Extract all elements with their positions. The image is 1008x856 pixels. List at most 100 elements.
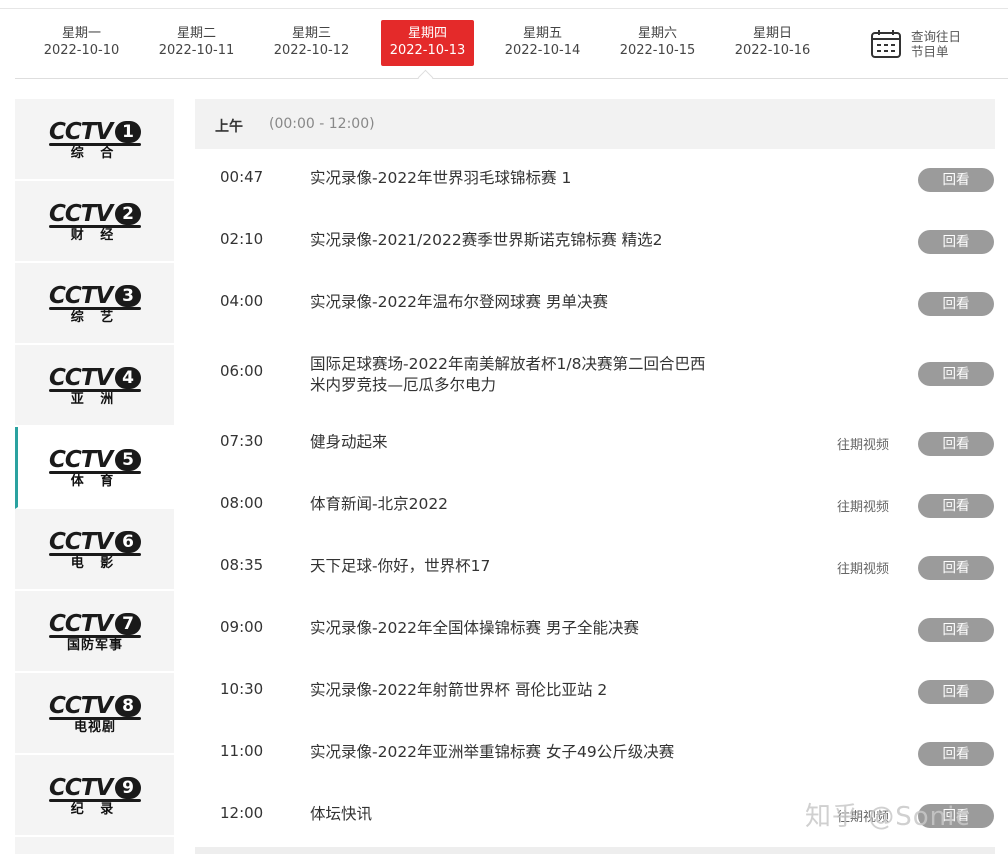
past-videos-link[interactable]: 往期视频 <box>837 496 889 515</box>
logo-number: 3 <box>115 285 141 307</box>
channel-name: 综 艺 <box>70 310 120 325</box>
past-videos-link[interactable]: 往期视频 <box>837 434 889 453</box>
cctv2-logo: CCTV 2 财 经 <box>49 201 145 243</box>
program-time: 09:00 <box>220 618 264 636</box>
channel-item-cctv1[interactable]: CCTV 1 综 合 <box>15 99 174 181</box>
program-title[interactable]: 实况录像-2021/2022赛季世界斯诺克锦标赛 精选2 <box>310 230 760 251</box>
program-time: 04:00 <box>220 292 264 310</box>
schedule-period-header: 上午 (00:00 - 12:00) <box>195 99 995 149</box>
replay-button[interactable]: 回看 <box>918 168 994 192</box>
day-tab-sun[interactable]: 星期日 2022-10-16 <box>726 20 819 66</box>
program-time: 10:30 <box>220 680 264 698</box>
day-tab-wed[interactable]: 星期三 2022-10-12 <box>265 20 358 66</box>
cctv1-logo: CCTV 1 综 合 <box>49 119 145 161</box>
replay-button[interactable]: 回看 <box>918 556 994 580</box>
day-weekday: 星期六 <box>637 26 677 41</box>
program-time: 07:30 <box>220 432 264 450</box>
channel-name: 电 影 <box>70 556 120 571</box>
cctv6-logo: CCTV 6 电 影 <box>49 529 145 571</box>
query-past-schedule-button[interactable]: 查询往日 节目单 <box>870 24 980 64</box>
logo-brand: CCTV <box>49 119 113 145</box>
logo-number: 8 <box>115 695 141 717</box>
day-tab-tue[interactable]: 星期二 2022-10-11 <box>150 20 243 66</box>
logo-number: 5 <box>115 449 141 471</box>
day-weekday: 星期三 <box>291 26 331 41</box>
logo-brand: CCTV <box>49 447 113 473</box>
calendar-icon <box>871 30 901 58</box>
day-date: 2022-10-14 <box>504 43 581 58</box>
cctv3-logo: CCTV 3 综 艺 <box>49 283 145 325</box>
channel-item-cctv3[interactable]: CCTV 3 综 艺 <box>15 263 174 345</box>
day-weekday: 星期二 <box>176 26 216 41</box>
program-title[interactable]: 实况录像-2022年射箭世界杯 哥伦比亚站 2 <box>310 680 760 701</box>
program-time: 11:00 <box>220 742 264 760</box>
program-title[interactable]: 实况录像-2022年世界羽毛球锦标赛 1 <box>310 168 760 189</box>
program-title[interactable]: 国际足球赛场-2022年南美解放者杯1/8决赛第二回合巴西米内罗竞技—厄瓜多尔电… <box>310 354 710 396</box>
logo-number: 4 <box>115 367 141 389</box>
channel-item-cctv2[interactable]: CCTV 2 财 经 <box>15 181 174 263</box>
program-title[interactable]: 健身动起来 <box>310 432 760 453</box>
top-divider <box>0 0 1008 9</box>
program-time: 12:00 <box>220 804 264 822</box>
day-tab-sat[interactable]: 星期六 2022-10-15 <box>611 20 704 66</box>
program-title[interactable]: 体坛快讯 <box>310 804 760 825</box>
day-weekday: 星期日 <box>752 26 792 41</box>
replay-button[interactable]: 回看 <box>918 618 994 642</box>
replay-button[interactable]: 回看 <box>918 230 994 254</box>
channel-name: 亚 洲 <box>70 392 120 407</box>
program-title[interactable]: 实况录像-2022年亚洲举重锦标赛 女子49公斤级决赛 <box>310 742 760 763</box>
zhihu-watermark: 知乎 @Sonic <box>805 802 971 832</box>
day-date: 2022-10-16 <box>734 43 811 58</box>
replay-button[interactable]: 回看 <box>918 742 994 766</box>
query-label-line2: 节目单 <box>911 44 949 59</box>
logo-brand: CCTV <box>49 365 113 391</box>
day-date: 2022-10-10 <box>43 43 120 58</box>
channel-item-cctv9[interactable]: CCTV 9 纪 录 <box>15 755 174 837</box>
channel-sidebar: CCTV 1 综 合 CCTV 2 财 经 CCTV 3 综 艺 CCTV 4 … <box>15 99 175 856</box>
day-tab-mon[interactable]: 星期一 2022-10-10 <box>35 20 128 66</box>
logo-number: 6 <box>115 531 141 553</box>
replay-button[interactable]: 回看 <box>918 362 994 386</box>
program-time: 08:35 <box>220 556 264 574</box>
channel-name: 电视剧 <box>73 720 116 735</box>
day-date: 2022-10-15 <box>619 43 696 58</box>
channel-item-cctv6[interactable]: CCTV 6 电 影 <box>15 509 174 591</box>
day-date: 2022-10-13 <box>389 43 466 58</box>
replay-button[interactable]: 回看 <box>918 680 994 704</box>
logo-brand: CCTV <box>49 529 113 555</box>
past-videos-link[interactable]: 往期视频 <box>837 558 889 577</box>
channel-name: 财 经 <box>70 228 120 243</box>
channel-item-cctv7[interactable]: CCTV 7 国防军事 <box>15 591 174 673</box>
logo-brand: CCTV <box>49 201 113 227</box>
logo-brand: CCTV <box>49 611 113 637</box>
channel-item-cctv5[interactable]: CCTV 5 体 育 <box>15 427 174 509</box>
channel-name: 纪 录 <box>70 802 120 817</box>
day-date: 2022-10-11 <box>158 43 235 58</box>
replay-button[interactable]: 回看 <box>918 292 994 316</box>
replay-button[interactable]: 回看 <box>918 494 994 518</box>
channel-item-cctv8[interactable]: CCTV 8 电视剧 <box>15 673 174 755</box>
cctv4-logo: CCTV 4 亚 洲 <box>49 365 145 407</box>
day-selector: 星期一 2022-10-10 星期二 2022-10-11 星期三 2022-1… <box>15 14 1008 79</box>
cctv7-logo: CCTV 7 国防军事 <box>49 611 145 653</box>
program-title[interactable]: 实况录像-2022年温布尔登网球赛 男单决赛 <box>310 292 760 313</box>
replay-button[interactable]: 回看 <box>918 432 994 456</box>
program-title[interactable]: 天下足球-你好，世界杯17 <box>310 556 760 577</box>
program-title[interactable]: 实况录像-2022年全国体操锦标赛 男子全能决赛 <box>310 618 760 639</box>
cctv5-logo: CCTV 5 体 育 <box>49 447 145 489</box>
schedule-bottom-bar <box>195 847 995 854</box>
day-weekday: 星期四 <box>407 26 447 41</box>
cctv9-logo: CCTV 9 纪 录 <box>49 775 145 817</box>
day-tab-fri[interactable]: 星期五 2022-10-14 <box>496 20 589 66</box>
cctv8-logo: CCTV 8 电视剧 <box>49 693 145 735</box>
channel-item-next[interactable] <box>15 837 174 856</box>
day-weekday: 星期一 <box>61 26 101 41</box>
channel-item-cctv4[interactable]: CCTV 4 亚 洲 <box>15 345 174 427</box>
logo-brand: CCTV <box>49 693 113 719</box>
day-tab-thu[interactable]: 星期四 2022-10-13 <box>381 20 474 66</box>
program-time: 06:00 <box>220 362 264 380</box>
day-date: 2022-10-12 <box>273 43 350 58</box>
program-title[interactable]: 体育新闻-北京2022 <box>310 494 760 515</box>
program-time: 02:10 <box>220 230 264 248</box>
logo-brand: CCTV <box>49 775 113 801</box>
